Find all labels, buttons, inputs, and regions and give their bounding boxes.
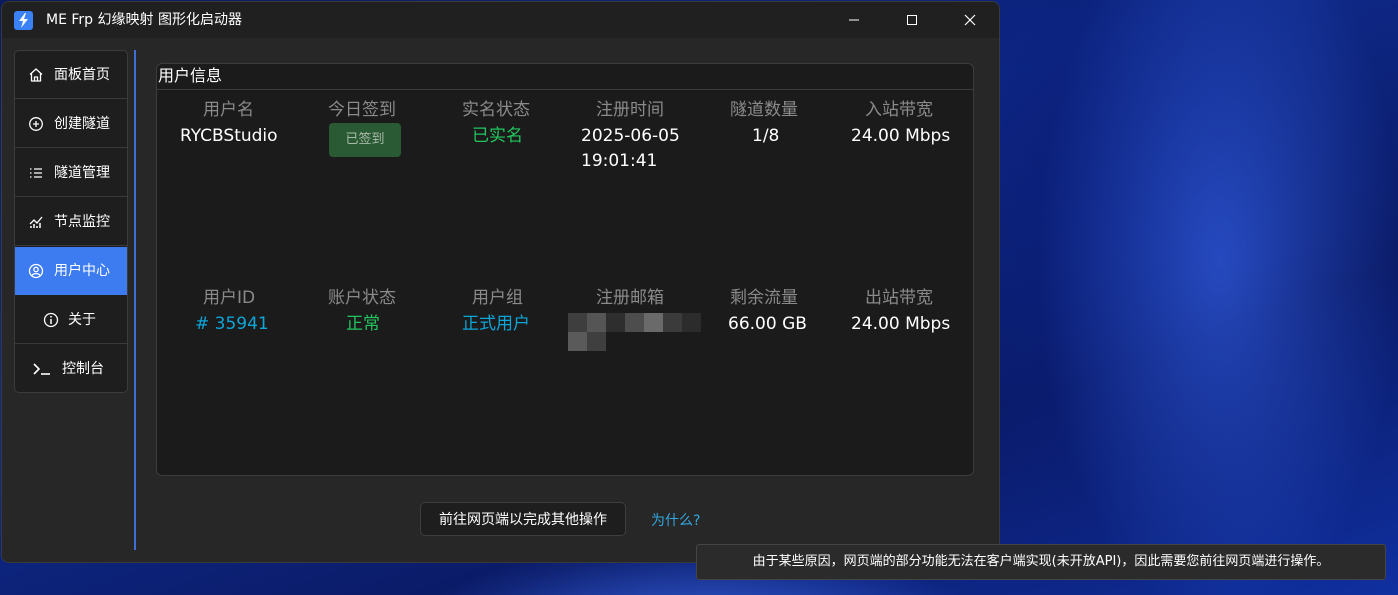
value-verification-status: 已实名 (472, 126, 523, 146)
vertical-divider (134, 50, 136, 550)
why-link[interactable]: 为什么? (651, 512, 700, 530)
sidebar-item-tunnel-management[interactable]: 隧道管理 (15, 149, 127, 197)
lightning-bolt-icon (14, 11, 33, 30)
sidebar: 面板首页 创建隧道 隧道管理 节点监控 用户中心 关于 控制台 (14, 50, 128, 393)
value-inbound-bandwidth: 24.00 Mbps (851, 126, 951, 146)
label-outbound-bandwidth: 出站带宽 (865, 288, 933, 308)
value-user-group: 正式用户 (462, 314, 530, 334)
label-user-id: 用户ID (203, 288, 256, 308)
sidebar-item-label: 关于 (68, 312, 96, 328)
user-circle-icon (28, 263, 44, 279)
value-user-id: # 35941 (195, 314, 269, 334)
tooltip: 由于某些原因，网页端的部分功能无法在客户端实现(未开放API)，因此需要您前往网… (696, 544, 1386, 580)
open-web-button[interactable]: 前往网页端以完成其他操作 (420, 502, 626, 536)
value-tunnel-count: 1/8 (752, 126, 780, 146)
sidebar-item-about[interactable]: 关于 (15, 296, 127, 344)
client-area: 面板首页 创建隧道 隧道管理 节点监控 用户中心 关于 控制台 用户信息 用户名… (2, 38, 999, 562)
window-title: ME Frp 幻缘映射 图形化启动器 (46, 12, 242, 28)
home-icon (29, 68, 43, 82)
sidebar-item-label: 创建隧道 (54, 116, 110, 132)
value-registration-clock: 19:01:41 (581, 151, 658, 171)
panel-divider (157, 89, 973, 90)
value-outbound-bandwidth: 24.00 Mbps (851, 314, 951, 334)
sidebar-item-console[interactable]: 控制台 (15, 345, 127, 392)
sidebar-item-create-tunnel[interactable]: 创建隧道 (15, 100, 127, 148)
value-username: RYCBStudio (180, 126, 278, 146)
label-daily-signin: 今日签到 (328, 100, 396, 120)
panel-title: 用户信息 (158, 66, 223, 85)
sidebar-item-label: 用户中心 (54, 263, 110, 279)
title-bar[interactable]: ME Frp 幻缘映射 图形化启动器 (2, 2, 999, 38)
plus-circle-icon (29, 117, 43, 131)
info-icon (43, 312, 59, 328)
value-account-status: 正常 (346, 314, 380, 334)
label-registration-time: 注册时间 (596, 100, 664, 120)
label-verification-status: 实名状态 (462, 100, 530, 120)
close-button[interactable] (941, 2, 999, 38)
sidebar-item-label: 控制台 (62, 361, 104, 377)
sidebar-item-label: 隧道管理 (54, 165, 110, 181)
app-window: ME Frp 幻缘映射 图形化启动器 面板首页 创建隧道 隧道管理 节点监控 用… (1, 1, 1000, 563)
label-tunnel-count: 隧道数量 (730, 100, 798, 120)
sidebar-item-label: 面板首页 (54, 67, 110, 83)
sidebar-item-home[interactable]: 面板首页 (15, 51, 127, 99)
sidebar-item-user-center[interactable]: 用户中心 (15, 247, 127, 295)
label-account-status: 账户状态 (328, 288, 396, 308)
label-user-group: 用户组 (472, 288, 523, 308)
maximize-button[interactable] (883, 2, 941, 38)
terminal-icon (33, 363, 50, 375)
minimize-button[interactable] (825, 2, 883, 38)
label-registration-email: 注册邮箱 (596, 288, 664, 308)
maximize-icon (907, 15, 917, 25)
value-registration-date: 2025-06-05 (581, 126, 680, 146)
label-inbound-bandwidth: 入站带宽 (865, 100, 933, 120)
chart-icon (29, 216, 43, 228)
user-info-panel: 用户信息 用户名 今日签到 实名状态 注册时间 隧道数量 入站带宽 RYCBSt… (156, 63, 974, 476)
label-remaining-traffic: 剩余流量 (730, 288, 798, 308)
close-icon (964, 14, 976, 26)
list-icon (30, 168, 42, 178)
minimize-icon (849, 19, 859, 21)
email-mosaic-redaction (568, 313, 701, 351)
value-remaining-traffic: 66.00 GB (728, 314, 807, 334)
label-username: 用户名 (203, 100, 254, 120)
sidebar-item-node-monitor[interactable]: 节点监控 (15, 198, 127, 246)
sidebar-item-label: 节点监控 (54, 214, 110, 230)
signin-status-badge: 已签到 (329, 123, 401, 157)
